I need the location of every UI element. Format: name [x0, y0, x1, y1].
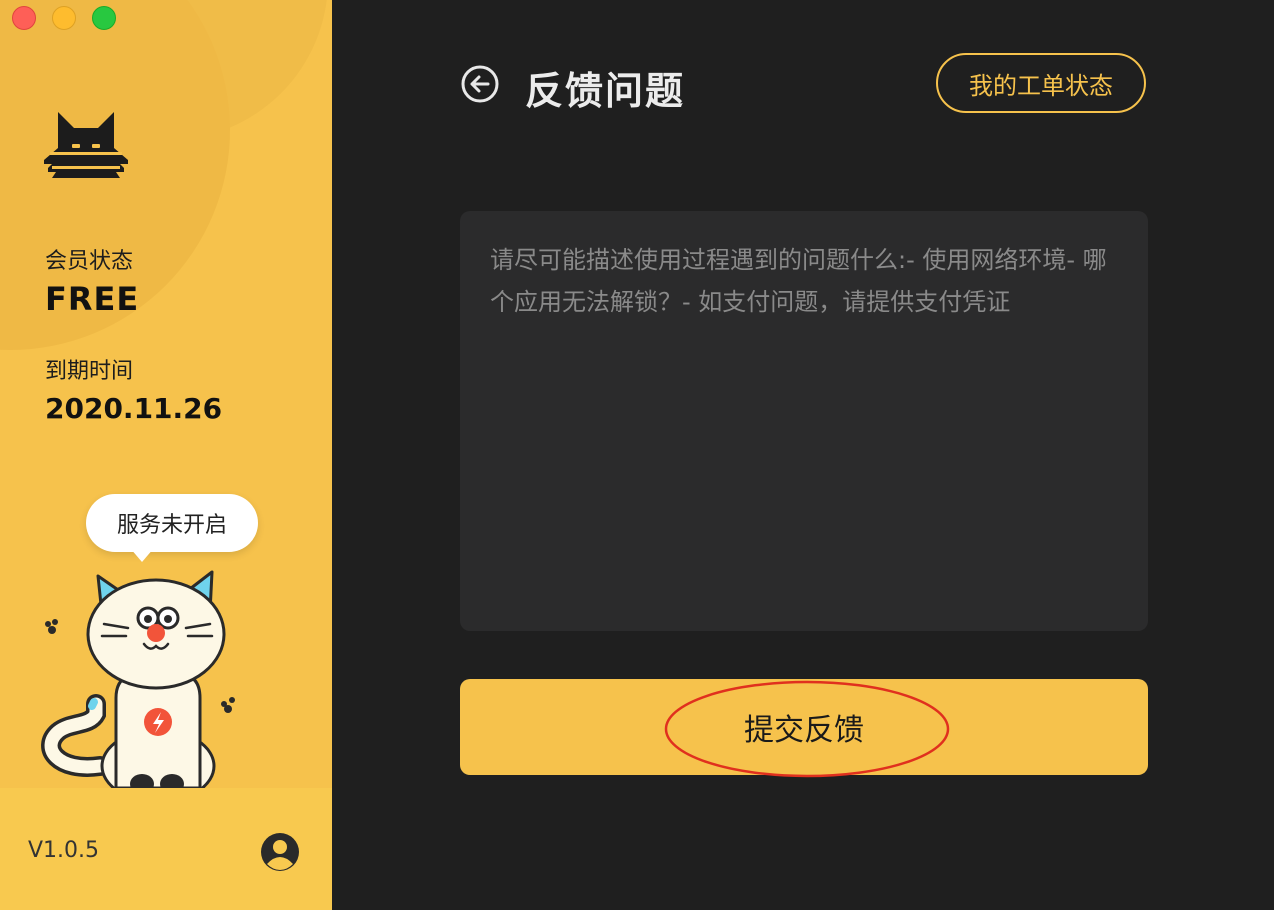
window-minimize-button[interactable] — [52, 6, 76, 30]
user-avatar-icon[interactable] — [260, 832, 300, 872]
member-status-label: 会员状态 — [45, 249, 134, 274]
submit-feedback-button[interactable]: 提交反馈 — [460, 679, 1148, 775]
page-title: 反馈问题 — [525, 69, 686, 113]
feedback-textarea[interactable] — [490, 239, 1118, 603]
cat-mascot-icon — [41, 570, 235, 788]
ticket-status-button[interactable]: 我的工单状态 — [936, 53, 1146, 113]
expire-date-value: 2020.11.26 — [45, 392, 223, 425]
window-zoom-button[interactable] — [92, 6, 116, 30]
expire-date-label: 到期时间 — [45, 359, 134, 384]
member-status-value: FREE — [45, 280, 140, 318]
bubble-tail — [130, 548, 154, 562]
feedback-input-container — [460, 211, 1148, 631]
service-status-bubble: 服务未开启 — [86, 494, 258, 552]
sidebar: 会员状态 FREE 到期时间 2020.11.26 服务未开启 V1.0.5 — [0, 0, 332, 910]
cat-logo-icon — [44, 112, 128, 178]
back-arrow-icon[interactable] — [460, 64, 500, 104]
window-close-button[interactable] — [12, 6, 36, 30]
version-label: V1.0.5 — [28, 838, 100, 863]
main-panel: 反馈问题 我的工单状态 提交反馈 — [332, 0, 1274, 910]
